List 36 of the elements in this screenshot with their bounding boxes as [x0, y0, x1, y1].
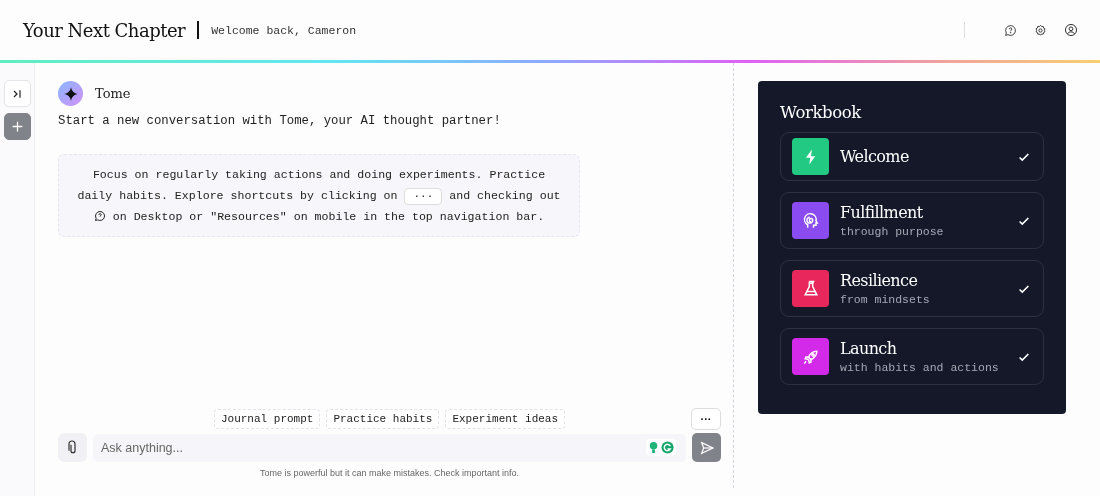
intro-message: Start a new conversation with Tome, your AI thought partner! [58, 114, 502, 128]
sparkle-avatar-icon [58, 81, 83, 106]
workbook-item[interactable]: Resilience from mindsets [780, 260, 1044, 317]
workbook-item[interactable]: Launch with habits and actions [780, 328, 1044, 385]
item-title: Fulfillment [840, 203, 924, 222]
help-chat-icon[interactable] [1004, 23, 1017, 37]
new-chat-button[interactable] [3, 113, 31, 140]
more-button[interactable]: ··· [691, 408, 721, 430]
suggestion-chip[interactable]: Experiment ideas [445, 409, 566, 429]
assistant-name: Tome [95, 86, 131, 101]
account-icon[interactable] [1064, 23, 1078, 37]
workbook-item[interactable]: Fulfillment through purpose [780, 192, 1044, 249]
attach-button[interactable] [58, 433, 87, 462]
send-button[interactable] [692, 433, 721, 462]
greeting-text: Welcome back, Cameron [211, 23, 357, 37]
item-subtitle: through purpose [840, 225, 945, 238]
app-title: Your Next Chapter [23, 19, 186, 41]
item-title: Welcome [840, 147, 910, 166]
settings-icon[interactable] [1034, 23, 1047, 37]
plus-icon [10, 120, 24, 133]
item-subtitle: from mindsets [840, 293, 931, 306]
workbook-item[interactable]: Welcome [780, 132, 1044, 181]
item-title: Launch [840, 339, 898, 358]
item-title: Resilience [840, 271, 919, 290]
expand-icon [11, 87, 23, 100]
suggestion-chip[interactable]: Practice habits [326, 409, 440, 429]
help-chat-icon [93, 210, 106, 222]
send-icon [698, 439, 715, 456]
shortcuts-button[interactable]: ··· [404, 188, 443, 205]
suggestion-chip[interactable]: Journal prompt [213, 409, 321, 429]
expand-sidebar-button[interactable] [3, 80, 31, 107]
tip-text: Focus on regularly taking actions and doing experiments. Practice daily habits. Explore shortcuts by clicking on ··· and checking out on Desktop or "Resources" on mobile in the top navigation bar. [77, 167, 561, 225]
workbook-title: Workbook [780, 103, 863, 122]
item-subtitle: with habits and actions [840, 361, 1000, 374]
disclaimer-text: Tome is powerful but it can make mistakes. Check important info. [258, 468, 521, 478]
message-input[interactable]: Ask anything... [93, 433, 686, 462]
